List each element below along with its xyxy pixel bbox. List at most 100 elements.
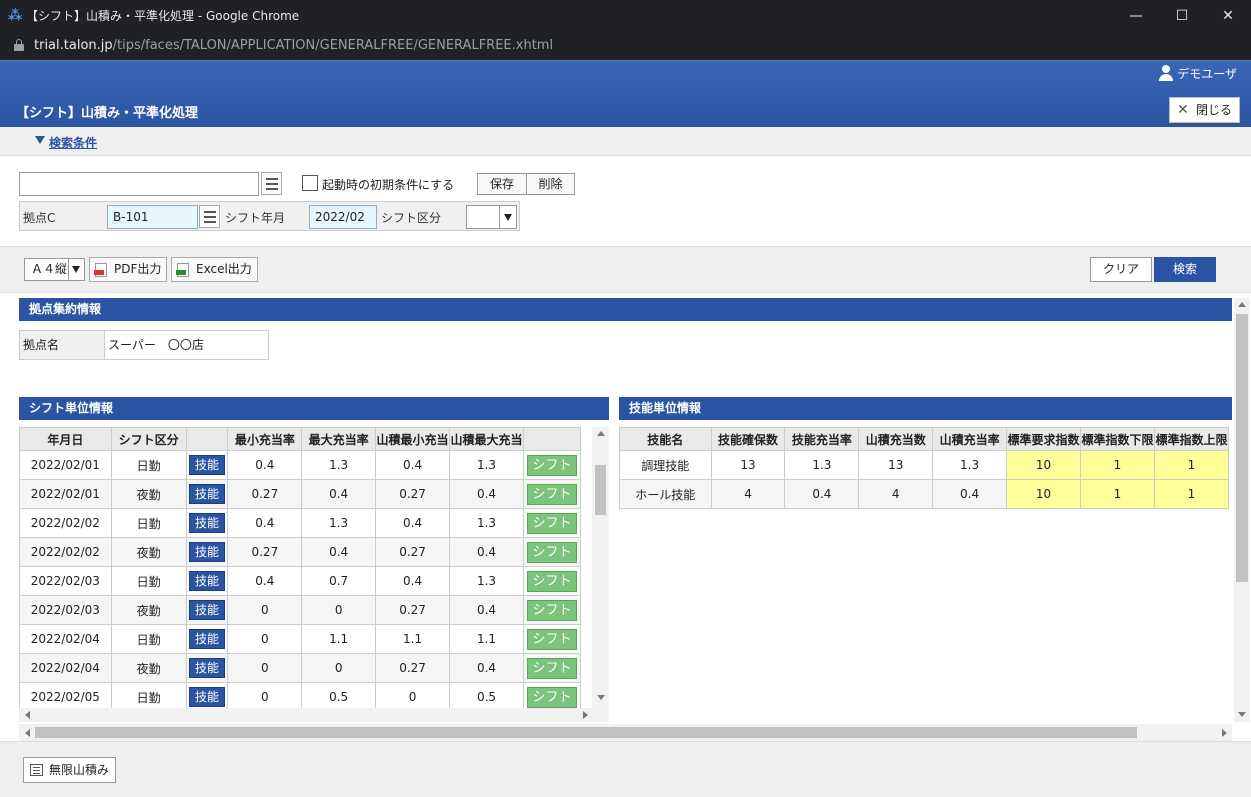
max-rate-cell: 0.4 [301, 537, 377, 567]
column-header: 最大充当率 [301, 427, 377, 451]
date-cell: 2022/02/03 [19, 566, 112, 596]
column-header: 最小充当率 [227, 427, 303, 451]
search-button[interactable]: 検索 [1154, 257, 1216, 282]
address-bar[interactable]: trial.talon.jp/tips/faces/TALON/APPLICAT… [0, 32, 1251, 60]
base-code-input[interactable]: B-101 [107, 205, 198, 229]
base-code-list-button[interactable] [199, 205, 220, 228]
column-header: 標準要求指数 [1006, 427, 1081, 451]
date-cell: 2022/02/03 [19, 595, 112, 625]
shift-type-cell: 日勤 [110, 508, 187, 538]
standard-index-cell[interactable]: 10 [1006, 450, 1081, 480]
skill-button[interactable]: 技能 [188, 513, 225, 533]
initial-condition-label: 起動時の初期条件にする [322, 178, 455, 192]
search-conditions-label[interactable]: 検索条件 [49, 134, 97, 151]
unlimited-stacking-button[interactable]: 無限山積み [23, 757, 116, 783]
shift-button[interactable]: シフト [527, 541, 578, 563]
shift-table-hscrollbar[interactable] [19, 708, 609, 722]
search-panel: 起動時の初期条件にする 保存 削除 拠点C B-101 シフト年月 2022/0… [0, 156, 1251, 247]
shift-button[interactable]: シフト [527, 483, 578, 505]
page-hscrollbar[interactable] [19, 724, 1232, 741]
shift-type-select[interactable] [466, 205, 517, 229]
date-cell: 2022/02/01 [19, 479, 112, 509]
app-logo-icon: ⁂ [8, 8, 23, 24]
user-menu[interactable]: デモユーザ [1159, 65, 1237, 82]
minimize-button[interactable]: — [1113, 0, 1159, 32]
shift-button[interactable]: シフト [527, 599, 578, 621]
date-cell: 2022/02/02 [19, 537, 112, 567]
save-button[interactable]: 保存 [478, 174, 526, 194]
index-lower-cell[interactable]: 1 [1079, 450, 1155, 480]
paper-size-select[interactable]: Ａ４縦 [24, 258, 85, 281]
stacked-max-cell: 0.4 [449, 595, 525, 625]
shift-month-input[interactable]: 2022/02 [309, 205, 377, 229]
skill-button[interactable]: 技能 [188, 629, 225, 649]
scroll-right-arrow-icon[interactable] [1218, 724, 1230, 741]
pdf-output-button[interactable]: PDF出力 [89, 257, 167, 282]
skill-button[interactable]: 技能 [188, 484, 225, 504]
shift-type-cell: 日勤 [110, 566, 187, 596]
scroll-down-arrow-icon[interactable] [592, 691, 609, 706]
condition-list-button[interactable] [261, 172, 282, 195]
skill-button[interactable]: 技能 [188, 571, 225, 591]
base-name-value: スーパー 〇〇店 [108, 338, 204, 352]
scroll-down-arrow-icon[interactable] [1234, 708, 1250, 722]
page-vscrollbar[interactable] [1234, 298, 1250, 722]
scrollbar-thumb[interactable] [1236, 314, 1248, 582]
stacked-max-cell: 0.4 [449, 479, 525, 509]
min-rate-cell: 0.27 [227, 537, 303, 567]
skill-button[interactable]: 技能 [188, 542, 225, 562]
shift-button[interactable]: シフト [527, 657, 578, 679]
stacked-min-cell: 0.27 [375, 537, 451, 567]
window-close-button[interactable]: ✕ [1205, 0, 1251, 32]
initial-condition-checkbox[interactable] [302, 175, 318, 191]
shift-info-header: シフト単位情報 [19, 397, 609, 420]
scroll-right-arrow-icon[interactable] [579, 708, 591, 722]
maximize-button[interactable]: ☐ [1159, 0, 1205, 32]
stacked-min-cell: 0.4 [375, 508, 451, 538]
index-upper-cell[interactable]: 1 [1153, 479, 1230, 509]
table-row: 2022/02/02 日勤 技能 0.4 1.3 0.4 1.3 シフト [19, 508, 581, 538]
clear-button[interactable]: クリア [1090, 257, 1152, 282]
close-button[interactable]: ✕ 閉じる [1169, 97, 1240, 123]
shift-button[interactable]: シフト [527, 628, 578, 650]
shift-table-vscrollbar[interactable] [592, 427, 609, 708]
index-upper-cell[interactable]: 1 [1153, 450, 1230, 480]
skill-name-cell: ホール技能 [619, 479, 712, 509]
skill-button[interactable]: 技能 [188, 600, 225, 620]
stacked-max-cell: 0.4 [449, 653, 525, 683]
shift-button-cell: シフト [523, 450, 581, 480]
delete-button[interactable]: 削除 [526, 174, 574, 194]
scrollbar-thumb[interactable] [35, 727, 1137, 738]
url-text[interactable]: trial.talon.jp/tips/faces/TALON/APPLICAT… [34, 38, 553, 54]
skill-button-cell: 技能 [185, 624, 229, 654]
shift-button[interactable]: シフト [527, 454, 578, 476]
standard-index-cell[interactable]: 10 [1006, 479, 1081, 509]
skill-button[interactable]: 技能 [188, 455, 225, 475]
stacked-min-cell: 0.27 [375, 479, 451, 509]
stacked-max-cell: 1.3 [449, 450, 525, 480]
shift-button[interactable]: シフト [527, 686, 578, 708]
excel-output-button[interactable]: Excel出力 [171, 257, 258, 282]
skill-name-cell: 調理技能 [619, 450, 712, 480]
output-toolbar: Ａ４縦 PDF出力 Excel出力 クリア 検索 [0, 247, 1251, 293]
shift-button[interactable]: シフト [527, 570, 578, 592]
scrollbar-thumb[interactable] [595, 465, 606, 515]
saved-condition-input[interactable] [19, 172, 259, 196]
skill-button[interactable]: 技能 [188, 658, 225, 678]
column-header: 技能充当率 [784, 427, 860, 451]
max-rate-cell: 1.3 [301, 450, 377, 480]
shift-type-label: シフト区分 [381, 211, 442, 225]
scroll-up-arrow-icon[interactable] [592, 427, 609, 442]
collapse-triangle-icon [35, 136, 45, 144]
index-lower-cell[interactable]: 1 [1079, 479, 1155, 509]
search-conditions-toggle[interactable]: 検索条件 [0, 127, 1251, 156]
scroll-up-arrow-icon[interactable] [1234, 298, 1250, 312]
min-rate-cell: 0 [227, 624, 303, 654]
scroll-left-arrow-icon[interactable] [21, 708, 33, 722]
scroll-left-arrow-icon[interactable] [21, 724, 33, 741]
shift-button-cell: シフト [523, 508, 581, 538]
column-header [523, 427, 581, 451]
skill-button[interactable]: 技能 [188, 687, 225, 707]
shift-button[interactable]: シフト [527, 512, 578, 534]
shift-type-cell: 日勤 [110, 450, 187, 480]
